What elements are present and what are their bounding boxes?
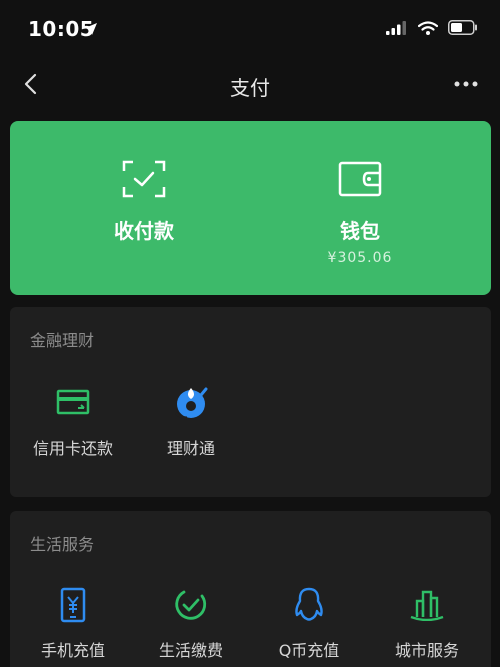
city-building-icon (407, 585, 447, 625)
city-services-button[interactable]: 城市服务 (368, 585, 486, 665)
q-coin-recharge-label: Q币充值 (278, 641, 340, 660)
cellular-signal-icon (386, 20, 406, 35)
credit-card-icon (53, 383, 93, 423)
qq-penguin-icon (289, 585, 329, 625)
location-arrow-icon (85, 23, 97, 35)
section-title-life-services: 生活服务 (30, 535, 95, 554)
bill-payment-label: 生活缴费 (158, 641, 223, 660)
wallet-button[interactable]: 钱包 ¥305.06 (240, 121, 480, 295)
phone-recharge-button[interactable]: 手机充值 (14, 585, 132, 665)
wallet-balance: ¥305.06 (327, 250, 393, 266)
phone-recharge-icon (53, 585, 93, 625)
credit-card-repay-label: 信用卡还款 (32, 439, 113, 458)
wealth-management-button[interactable]: 理财通 (132, 383, 250, 463)
wallet-card: 收付款 钱包 ¥305.06 (10, 121, 491, 295)
more-dots-icon (454, 81, 478, 87)
section-title-finance: 金融理财 (30, 331, 95, 350)
q-coin-recharge-button[interactable]: Q币充值 (250, 585, 368, 665)
wealth-management-label: 理财通 (166, 439, 215, 458)
status-bar: 10:05 (0, 0, 500, 58)
life-services-section: 生活服务 手机充值 生活缴费 Q币充值 城市服务 (10, 511, 491, 667)
page-title: 支付 (230, 76, 270, 100)
wifi-icon (418, 20, 438, 35)
navigation-bar: 支付 (0, 58, 500, 114)
wallet-icon (338, 159, 382, 199)
receive-payment-label: 收付款 (114, 219, 174, 243)
scan-check-icon (122, 159, 166, 199)
status-icons (386, 20, 478, 35)
wallet-label: 钱包 (340, 219, 380, 243)
battery-icon (448, 20, 477, 35)
finance-section: 金融理财 信用卡还款 理财通 (10, 307, 491, 497)
credit-card-repay-button[interactable]: 信用卡还款 (14, 383, 132, 463)
city-services-label: 城市服务 (394, 641, 459, 660)
receive-payment-button[interactable]: 收付款 (24, 121, 264, 295)
bill-payment-icon (171, 585, 211, 625)
wealth-drop-icon (171, 383, 211, 423)
phone-recharge-label: 手机充值 (40, 641, 105, 660)
more-button[interactable] (450, 68, 482, 100)
bill-payment-button[interactable]: 生活缴费 (132, 585, 250, 665)
